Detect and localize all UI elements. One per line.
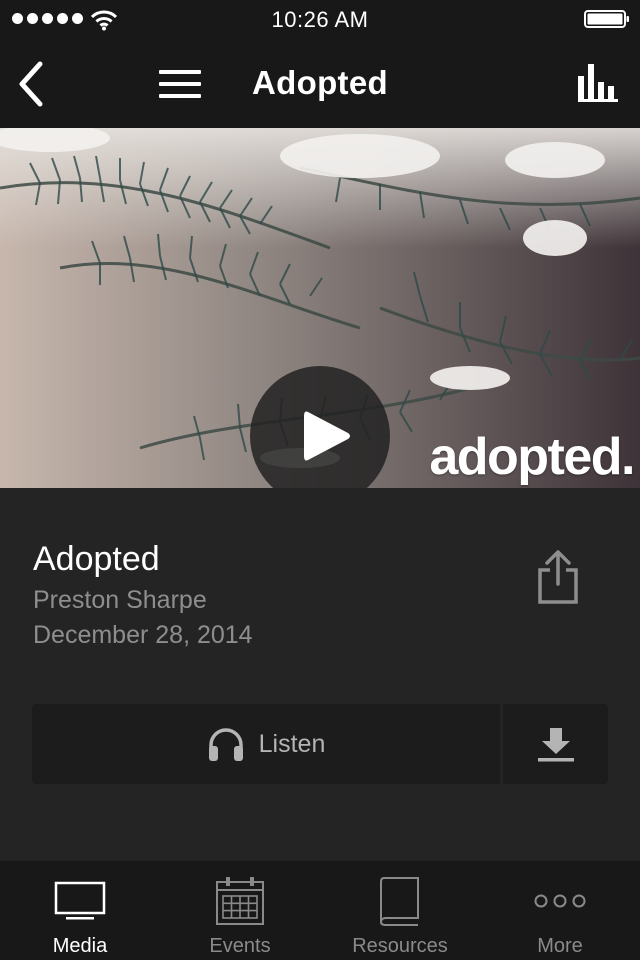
- sermon-date: December 28, 2014: [33, 621, 253, 649]
- page-title: Adopted: [252, 64, 388, 101]
- sermon-artwork: adopted.: [0, 128, 640, 488]
- book-icon: [379, 877, 419, 926]
- listen-label: Listen: [258, 729, 326, 758]
- battery-icon: [584, 10, 629, 28]
- nav-bar: Adopted: [0, 40, 640, 128]
- status-time: 10:26 AM: [271, 7, 369, 32]
- artwork-wordmark: adopted.: [429, 428, 635, 486]
- sermon-speaker: Preston Sharpe: [33, 586, 207, 614]
- status-bar: 10:26 AM: [0, 0, 640, 40]
- download-button[interactable]: [503, 704, 608, 784]
- more-dots-icon: [534, 894, 586, 908]
- download-icon: [538, 728, 574, 762]
- share-button[interactable]: [532, 548, 584, 606]
- bar-chart-icon: [578, 64, 618, 102]
- tab-bar: Media Events Resources More: [0, 861, 640, 960]
- listen-button[interactable]: Listen: [32, 704, 500, 784]
- sermon-title: Adopted: [33, 540, 160, 578]
- tab-events[interactable]: Events: [160, 861, 320, 960]
- tab-resources[interactable]: Resources: [320, 861, 480, 960]
- share-icon: [538, 550, 578, 604]
- calendar-icon: [216, 877, 264, 925]
- play-icon: [304, 411, 350, 461]
- tab-label: Events: [209, 935, 271, 957]
- tab-more[interactable]: More: [480, 861, 640, 960]
- tab-label: More: [537, 935, 583, 957]
- tab-label: Resources: [352, 935, 448, 957]
- tv-icon: [54, 881, 106, 920]
- tab-label: Media: [52, 935, 108, 957]
- tab-media[interactable]: Media: [0, 861, 160, 960]
- headphones-icon: [208, 728, 243, 761]
- stats-button[interactable]: [578, 64, 618, 102]
